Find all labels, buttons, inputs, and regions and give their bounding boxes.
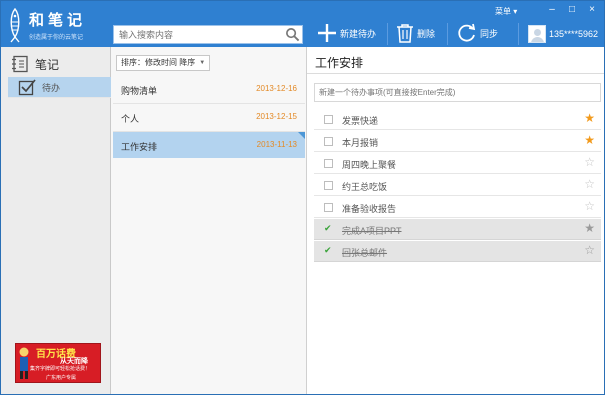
title-bar: 和笔记 创造属于你的云笔记 新建待办 删除 bbox=[1, 1, 604, 47]
checkbox-icon bbox=[18, 79, 36, 96]
sort-dropdown[interactable]: 排序：修改时间 降序 ▼ bbox=[116, 55, 211, 71]
trash-icon bbox=[397, 24, 413, 43]
chevron-down-icon: ▼ bbox=[199, 60, 206, 66]
app-logo: 和笔记 创造属于你的云笔记 bbox=[7, 7, 97, 43]
todo-checkbox[interactable] bbox=[324, 159, 333, 168]
user-name[interactable]: 135****5962 bbox=[549, 29, 598, 39]
new-todo-field[interactable] bbox=[314, 83, 601, 102]
new-todo-input[interactable] bbox=[315, 84, 600, 101]
user-account[interactable]: 135****5962 bbox=[528, 25, 598, 43]
list-item-date: 2013-12-16 bbox=[256, 84, 297, 93]
todo-text[interactable]: 本月报销 bbox=[342, 136, 378, 149]
toolbar-divider bbox=[518, 23, 519, 45]
star-outline-icon[interactable]: ☆ bbox=[584, 156, 595, 169]
todo-checkbox[interactable] bbox=[324, 115, 333, 124]
divider bbox=[307, 73, 604, 74]
promo-line-3: 集齐字牌即可轻松抢话费！ bbox=[30, 366, 91, 372]
page-title: 工作安排 bbox=[315, 56, 364, 70]
sync-button[interactable]: 同步 bbox=[457, 21, 498, 45]
avatar[interactable] bbox=[528, 25, 546, 43]
list-item-title: 购物清单 bbox=[121, 86, 158, 96]
list-item-title: 个人 bbox=[121, 114, 140, 124]
todo-checkbox[interactable] bbox=[324, 203, 333, 212]
todo-item[interactable]: 约王总吃饭 ☆ bbox=[314, 175, 601, 196]
new-todo-button[interactable]: 新建待办 bbox=[317, 21, 376, 45]
list-item-date: 2013-11-13 bbox=[256, 140, 297, 149]
delete-label: 删除 bbox=[417, 28, 436, 39]
maximize-button[interactable]: □ bbox=[564, 4, 580, 16]
sync-icon bbox=[458, 23, 476, 42]
star-outline-icon[interactable]: ☆ bbox=[584, 200, 595, 213]
app-name: 和笔记 bbox=[29, 12, 87, 29]
notebook-icon bbox=[12, 55, 28, 73]
todo-item[interactable]: 发票快递 ★ bbox=[314, 109, 601, 130]
delete-button[interactable]: 删除 bbox=[396, 21, 435, 45]
check-icon[interactable]: ✔ bbox=[324, 246, 333, 255]
todo-text[interactable]: 回张总邮件 bbox=[342, 246, 387, 259]
todo-detail-panel: 工作安排 发票快递 ★ 本月报销 ★ 周四晚上聚餐 ☆ 约王总吃饭 ☆ 准备验收… bbox=[307, 47, 604, 394]
sync-label: 同步 bbox=[480, 28, 499, 39]
sidebar-item-label: 待办 bbox=[42, 82, 61, 93]
todo-text[interactable]: 约王总吃饭 bbox=[342, 180, 387, 193]
sort-label: 排序：修改时间 降序 bbox=[121, 58, 196, 67]
note-list-panel: 排序：修改时间 降序 ▼ 购物清单 2013-12-16 个人 2013-12-… bbox=[111, 47, 307, 394]
plus-icon bbox=[318, 24, 336, 42]
todo-item[interactable]: 本月报销 ★ bbox=[314, 131, 601, 152]
promo-banner[interactable]: 百万话费 从天而降 集齐字牌即可轻松抢话费！ 广东用户专属 bbox=[15, 343, 101, 383]
star-icon[interactable]: ★ bbox=[584, 112, 595, 125]
todo-item[interactable]: 准备验收报告 ☆ bbox=[314, 197, 601, 218]
star-outline-icon[interactable]: ☆ bbox=[584, 244, 595, 257]
todo-item-done[interactable]: ✔ 完成A项目PPT ★ bbox=[314, 219, 601, 240]
sidebar-item-notes[interactable]: 笔记 bbox=[1, 50, 110, 78]
todo-checkbox[interactable] bbox=[324, 181, 333, 190]
minimize-button[interactable]: – bbox=[544, 4, 560, 16]
todo-text[interactable]: 完成A项目PPT bbox=[342, 224, 402, 237]
window-controls: – □ × bbox=[544, 4, 600, 16]
app-window: 和笔记 创造属于你的云笔记 新建待办 删除 bbox=[0, 0, 605, 395]
search-icon[interactable] bbox=[285, 27, 300, 42]
sidebar: 笔记 待办 百万话费 从天而降 集齐字牌即可轻松抢话费！ 广东用户专属 bbox=[1, 47, 295, 394]
star-icon[interactable]: ★ bbox=[584, 222, 595, 235]
selection-corner-marker bbox=[298, 132, 305, 139]
fish-logo-icon bbox=[10, 7, 20, 43]
close-button[interactable]: × bbox=[584, 4, 600, 16]
search-input[interactable] bbox=[114, 26, 284, 43]
search-box[interactable] bbox=[113, 25, 303, 44]
todo-checkbox[interactable] bbox=[324, 137, 333, 146]
sidebar-item-label: 笔记 bbox=[35, 57, 60, 72]
list-item[interactable]: 购物清单 2013-12-16 bbox=[113, 76, 305, 102]
cartoon-figure-icon bbox=[19, 347, 29, 379]
toolbar-divider bbox=[387, 23, 388, 45]
list-item-selected[interactable]: 工作安排 2013-11-13 bbox=[113, 132, 305, 158]
new-todo-label: 新建待办 bbox=[340, 28, 377, 39]
list-item-date: 2013-12-15 bbox=[256, 112, 297, 121]
star-icon[interactable]: ★ bbox=[584, 134, 595, 147]
list-item-title: 工作安排 bbox=[121, 142, 158, 152]
promo-line-4: 广东用户专属 bbox=[46, 375, 77, 381]
todo-item[interactable]: 周四晚上聚餐 ☆ bbox=[314, 153, 601, 174]
toolbar-divider bbox=[447, 23, 448, 45]
app-slogan: 创造属于你的云笔记 bbox=[29, 35, 84, 41]
star-outline-icon[interactable]: ☆ bbox=[584, 178, 595, 191]
todo-text[interactable]: 周四晚上聚餐 bbox=[342, 158, 396, 171]
list-item[interactable]: 个人 2013-12-15 bbox=[113, 104, 305, 130]
todo-text[interactable]: 准备验收报告 bbox=[342, 202, 396, 215]
check-icon[interactable]: ✔ bbox=[324, 224, 333, 233]
todo-text[interactable]: 发票快递 bbox=[342, 114, 378, 127]
todo-item-done[interactable]: ✔ 回张总邮件 ☆ bbox=[314, 241, 601, 262]
menu-button[interactable]: 菜单 ▾ bbox=[495, 6, 517, 17]
